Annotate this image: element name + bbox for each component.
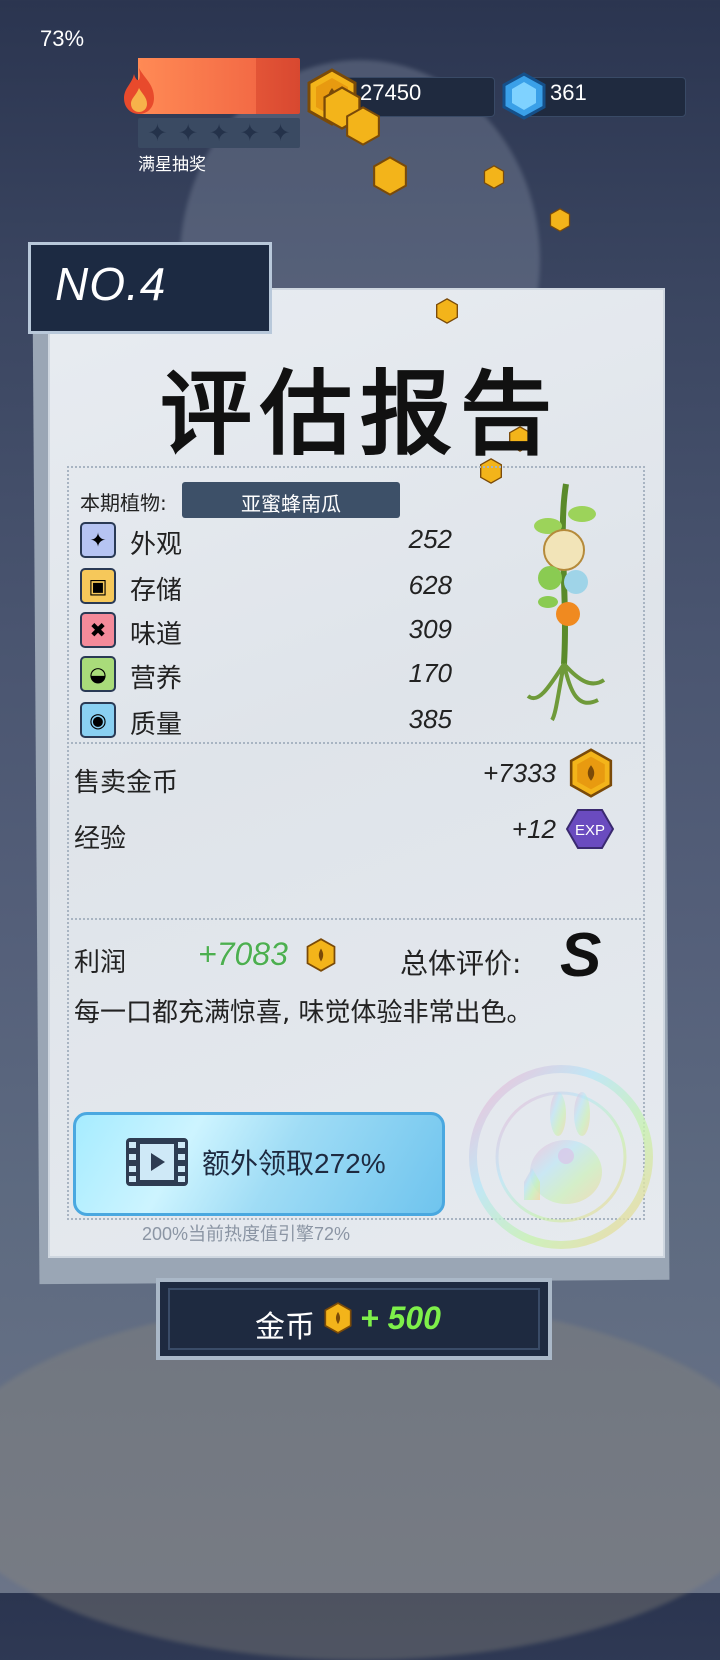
plant-illustration <box>526 483 606 722</box>
exp-value: +12 <box>511 814 556 844</box>
sale-gold-label: 售卖金币 <box>74 768 179 798</box>
leaf-bowl-icon: ◒ <box>80 656 116 692</box>
stat-value: 385 <box>408 704 452 734</box>
stat-name: 营养 <box>130 664 183 694</box>
star-icon: ✦ <box>178 119 199 147</box>
exp-icon: EXP <box>566 809 614 849</box>
flying-coin-icon <box>373 156 407 196</box>
profit-label: 利润 <box>74 948 127 978</box>
flying-coin-icon <box>483 165 505 189</box>
heat-bar <box>138 58 300 114</box>
stat-value: 170 <box>408 658 452 688</box>
exp-badge-text: EXP <box>575 822 605 839</box>
profit-value: +7083 <box>198 936 288 972</box>
sparkle-icon: ✦ <box>80 522 116 558</box>
flying-coin-icon <box>346 106 380 146</box>
flying-coin-icon <box>436 298 458 324</box>
box-icon: ▣ <box>80 568 116 604</box>
gold-amount: 27450 <box>360 80 422 105</box>
star-icon: ✦ <box>239 119 260 147</box>
star-icon: ✦ <box>147 119 168 147</box>
bonus-claim-label[interactable]: 额外领取272% <box>202 1142 386 1182</box>
video-play-icon <box>126 1138 188 1186</box>
gold-reward-value: + 500 <box>360 1300 441 1336</box>
stat-value: 309 <box>408 614 452 644</box>
gem-icon <box>502 72 546 120</box>
muscle-icon: ◉ <box>80 702 116 738</box>
stat-name: 外观 <box>130 530 183 560</box>
stat-name: 质量 <box>130 710 183 740</box>
flying-coin-icon <box>549 208 571 232</box>
star-icon: ✦ <box>208 119 230 147</box>
gold-reward-label: 金币 <box>255 1310 315 1345</box>
report-number: NO.4 <box>55 258 167 310</box>
overall-rating-value: S <box>560 921 602 990</box>
plant-label: 本期植物: <box>80 491 167 515</box>
stat-name: 存储 <box>130 576 183 606</box>
sale-gold-value: +7333 <box>482 758 556 788</box>
stat-value: 628 <box>408 570 452 600</box>
flame-icon <box>124 68 154 114</box>
fork-knife-icon: ✖ <box>80 612 116 648</box>
overall-rating-label: 总体评价: <box>400 947 522 980</box>
sale-coin-icon <box>569 748 613 798</box>
gold-reward-coin-icon <box>324 1302 352 1334</box>
profit-coin-icon <box>306 938 336 972</box>
interstellar-news-stamp-logo <box>469 1065 653 1249</box>
star-icon: ✦ <box>270 119 291 147</box>
stat-name: 味道 <box>130 620 183 650</box>
taste-comment: 每一口都充满惊喜, 味觉体验非常出色。 <box>74 998 533 1028</box>
report-number-tag: NO.4 <box>28 242 272 334</box>
plant-name: 亚蜜蜂南瓜 <box>241 492 341 516</box>
gold-reward-inner-frame <box>168 1288 540 1350</box>
star-lottery-label[interactable]: 满星抽奖 <box>138 150 206 175</box>
star-row[interactable]: ✦ ✦ ✦ ✦ ✦ <box>138 118 300 148</box>
gem-amount: 361 <box>550 80 587 105</box>
exp-label: 经验 <box>74 824 127 854</box>
stat-value: 252 <box>408 524 452 554</box>
bonus-note: 200%当前热度值引擎72% <box>142 1224 351 1244</box>
heat-percent: 73% <box>40 26 85 51</box>
report-title: 评估报告 <box>159 361 560 468</box>
